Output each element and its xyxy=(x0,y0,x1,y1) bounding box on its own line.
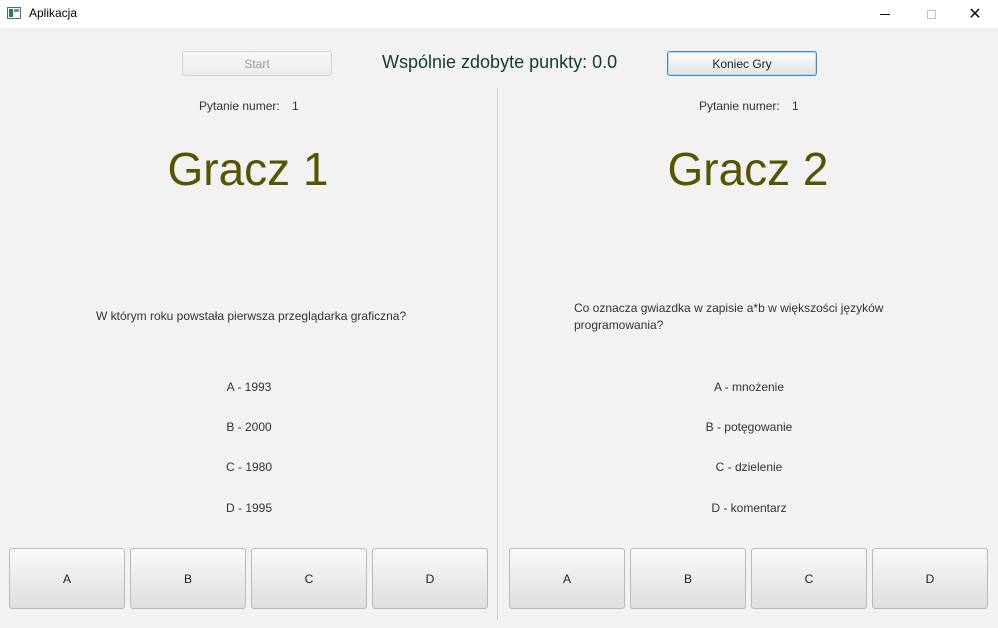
start-button[interactable]: Start xyxy=(182,51,332,76)
minimize-icon xyxy=(880,13,890,15)
player1-button-c[interactable]: C xyxy=(251,548,367,609)
player2-answer-a: A - mnożenie xyxy=(713,380,785,394)
player2-answer-d: D - komentarz xyxy=(711,501,787,515)
player2-question-number-label: Pytanie numer: xyxy=(699,99,780,113)
player2-button-c[interactable]: C xyxy=(751,548,867,609)
player1-answer-b: B - 2000 xyxy=(226,420,272,434)
player2-name: Gracz 2 xyxy=(667,143,829,195)
player1-question-number-label: Pytanie numer: xyxy=(199,99,280,113)
close-icon: ✕ xyxy=(968,6,982,23)
end-game-button[interactable]: Koniec Gry xyxy=(667,51,817,76)
maximize-button[interactable] xyxy=(908,0,954,28)
title-bar: Aplikacja ✕ xyxy=(0,0,998,28)
player1-question-number: 1 xyxy=(292,99,299,113)
shared-score-label: Wspólnie zdobyte punkty: 0.0 xyxy=(382,52,618,72)
player1-name: Gracz 1 xyxy=(167,143,329,195)
player2-question: Co oznacza gwiazdka w zapisie a*b w więk… xyxy=(574,301,884,332)
player2-question-number: 1 xyxy=(792,99,799,113)
app-icon xyxy=(7,7,21,19)
player2-answer-c: C - dzielenie xyxy=(715,460,783,474)
player1-button-b[interactable]: B xyxy=(130,548,246,609)
player1-answer-d: D - 1995 xyxy=(225,501,273,515)
maximize-icon xyxy=(926,9,936,19)
player1-question: W którym roku powstała pierwsza przegląd… xyxy=(96,309,407,323)
player2-button-d[interactable]: D xyxy=(872,548,988,609)
player1-answer-c: C - 1980 xyxy=(225,460,273,474)
panel-divider xyxy=(497,88,498,620)
player1-button-d[interactable]: D xyxy=(372,548,488,609)
player2-button-b[interactable]: B xyxy=(630,548,746,609)
player2-answer-b: B - potęgowanie xyxy=(705,420,793,434)
close-button[interactable]: ✕ xyxy=(952,0,998,28)
window-title: Aplikacja xyxy=(29,6,78,20)
player1-button-a[interactable]: A xyxy=(9,548,125,609)
minimize-button[interactable] xyxy=(862,0,908,28)
player2-button-a[interactable]: A xyxy=(509,548,625,609)
player1-answer-a: A - 1993 xyxy=(226,380,272,394)
